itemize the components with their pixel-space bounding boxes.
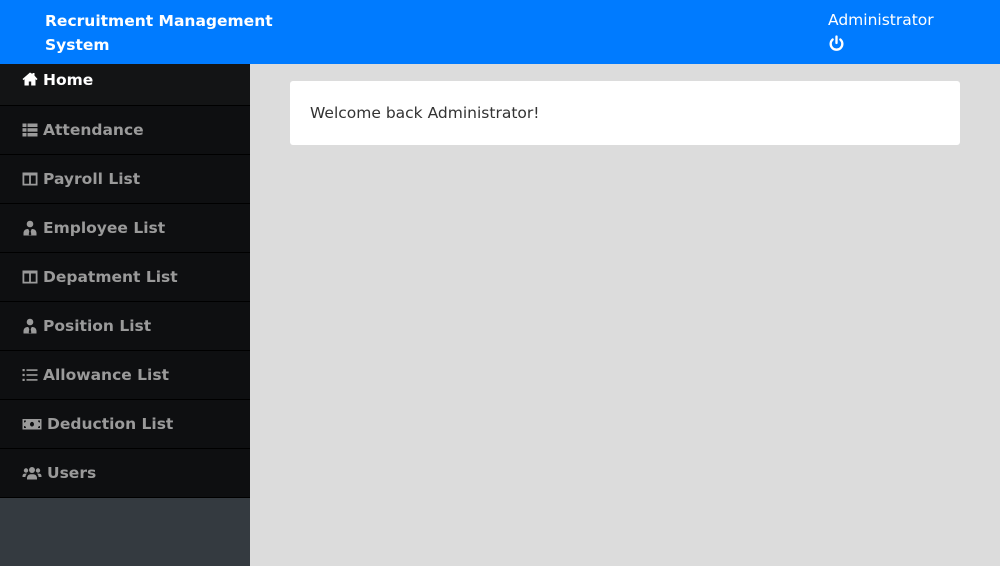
sidebar-item-department-list[interactable]: Depatment List (0, 253, 250, 302)
sidebar-item-deduction-list[interactable]: Deduction List (0, 400, 250, 449)
sidebar-item-payroll-list[interactable]: Payroll List (0, 155, 250, 204)
columns-icon (21, 269, 38, 285)
sidebar-item-label: Position List (43, 317, 152, 335)
sidebar-item-label: Deduction List (47, 415, 174, 433)
main-content: Welcome back Administrator! (250, 64, 1000, 566)
sidebar-item-label: Home (43, 71, 94, 89)
user-menu: Administrator (828, 9, 934, 52)
list-icon (21, 367, 38, 383)
th-list-icon (21, 122, 38, 138)
sidebar-item-allowance-list[interactable]: Allowance List (0, 351, 250, 400)
top-navbar: Recruitment Management System Administra… (0, 0, 1000, 64)
welcome-card: Welcome back Administrator! (290, 81, 960, 145)
sidebar-item-attendance[interactable]: Attendance (0, 106, 250, 155)
columns-icon (21, 171, 38, 187)
welcome-message: Welcome back Administrator! (310, 104, 540, 122)
sidebar-item-label: Payroll List (43, 170, 141, 188)
sidebar-item-label: Employee List (43, 219, 166, 237)
home-icon (21, 71, 38, 87)
users-icon (21, 465, 42, 481)
user-tie-icon (21, 220, 38, 236)
sidebar-item-employee-list[interactable]: Employee List (0, 204, 250, 253)
sidebar-item-users[interactable]: Users (0, 449, 250, 498)
user-tie-icon (21, 318, 38, 334)
power-icon[interactable] (828, 35, 845, 52)
sidebar-item-label: Attendance (43, 121, 144, 139)
app-title: Recruitment Management System (45, 12, 273, 54)
sidebar-item-position-list[interactable]: Position List (0, 302, 250, 351)
sidebar-item-home[interactable]: Home (0, 64, 250, 106)
user-name: Administrator (828, 11, 934, 29)
sidebar-item-label: Allowance List (43, 366, 170, 384)
sidebar: Home Attendance Payroll List Employee Li… (0, 64, 250, 566)
sidebar-item-label: Depatment List (43, 268, 178, 286)
sidebar-item-label: Users (47, 464, 97, 482)
money-bill-icon (21, 416, 42, 432)
